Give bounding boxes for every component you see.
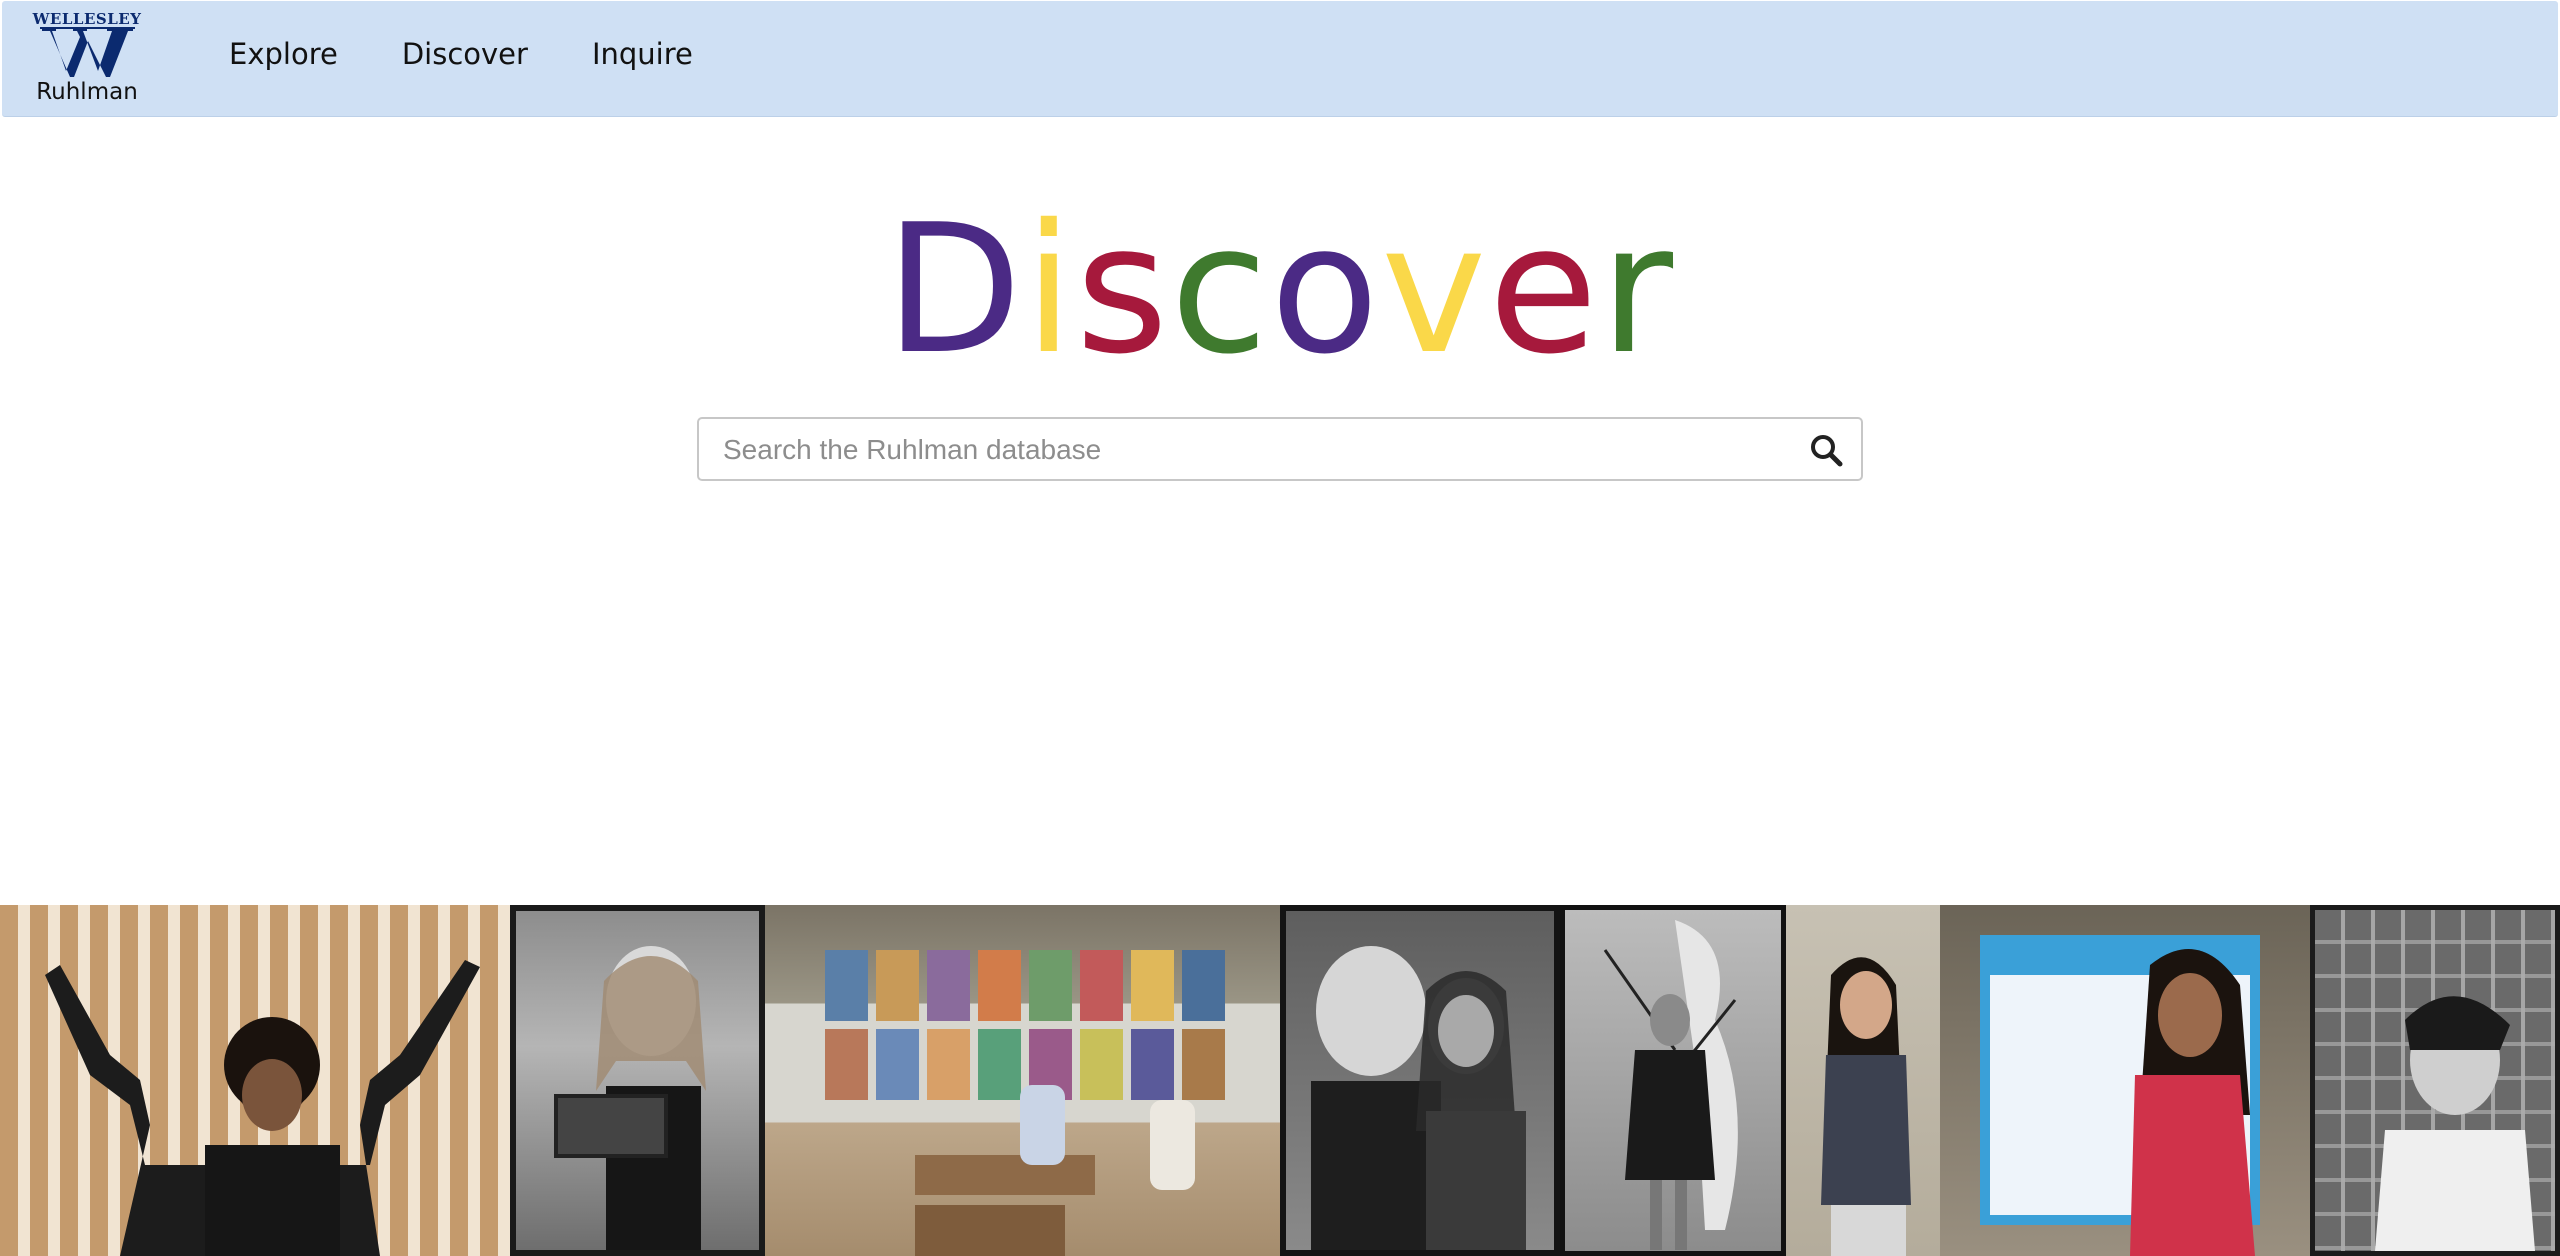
- search-icon[interactable]: [1809, 433, 1843, 467]
- presenter-figure-icon: [2130, 949, 2255, 1256]
- seated-person: [1150, 1100, 1195, 1190]
- logo-wordmark-ruhlman: Ruhlman: [36, 79, 138, 105]
- wellesley-ruhlman-logo[interactable]: WELLESLEY Ruhlman: [32, 11, 142, 111]
- photo-student-arms-raised[interactable]: [0, 905, 510, 1256]
- nav-link-inquire[interactable]: Inquire: [592, 37, 693, 71]
- logo-wordmark-wellesley: WELLESLEY: [32, 10, 142, 28]
- search-box: [697, 417, 1863, 481]
- two-women-icon: [1311, 946, 1526, 1250]
- title-letter: v: [1381, 186, 1489, 393]
- bench: [915, 1205, 1065, 1256]
- main-nav: Explore Discover Inquire: [229, 37, 693, 71]
- bench: [915, 1155, 1095, 1195]
- title-letter: i: [1024, 186, 1076, 393]
- wellesley-w-icon: [39, 27, 135, 77]
- painting-grid: [825, 950, 1225, 1100]
- title-letter: D: [884, 186, 1025, 393]
- photo-poster-presenter[interactable]: [1940, 905, 2310, 1256]
- search-input[interactable]: [721, 419, 1795, 481]
- student-figure-icon: [554, 946, 706, 1250]
- top-navbar: WELLESLEY Ruhlman Explore Discover Inqui…: [2, 1, 2558, 117]
- student-figure-icon: [1821, 957, 1911, 1256]
- title-letter: s: [1075, 186, 1171, 393]
- title-letter: e: [1488, 186, 1600, 393]
- photo-two-women-talking[interactable]: [1280, 905, 1560, 1256]
- page-title-discover: Discover: [0, 195, 2560, 385]
- person-figure-icon: [45, 960, 480, 1256]
- photo-art-exhibit[interactable]: [765, 905, 1280, 1256]
- photo-student-with-robot[interactable]: [510, 905, 765, 1256]
- sculpture-figure-icon: [1603, 920, 1738, 1250]
- photo-student-presenting[interactable]: [1786, 905, 1940, 1256]
- title-letter: c: [1170, 186, 1271, 393]
- photo-collage: [0, 905, 2560, 1256]
- title-letter: r: [1599, 186, 1676, 393]
- seated-person: [1020, 1085, 1065, 1165]
- title-letter: o: [1270, 186, 1382, 393]
- person-figure-icon: [2375, 996, 2535, 1251]
- nav-link-discover[interactable]: Discover: [402, 37, 528, 71]
- photo-portrait-wall[interactable]: [2310, 905, 2560, 1256]
- nav-link-explore[interactable]: Explore: [229, 37, 338, 71]
- photo-woman-with-sculpture[interactable]: [1560, 905, 1786, 1256]
